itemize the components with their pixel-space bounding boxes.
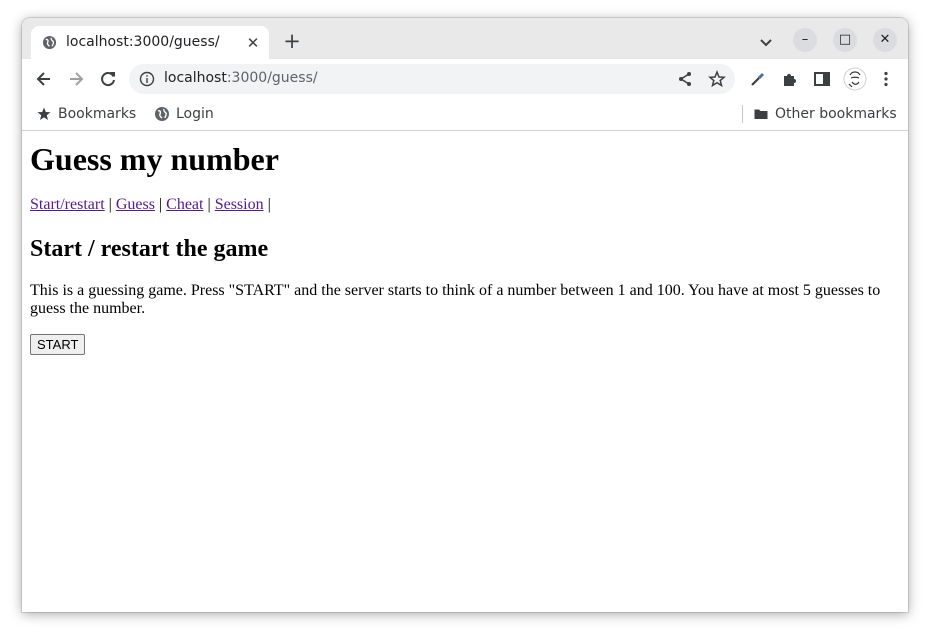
nav-separator: | <box>154 196 167 213</box>
browser-toolbar: localhost:3000/guess/ <box>22 59 908 99</box>
page-title: Guess my number <box>30 141 279 177</box>
bookmarks-separator <box>742 105 743 123</box>
section-title: Start / restart the game <box>30 236 269 262</box>
bookmarks-bar: Bookmarks Login Other bookmarks <box>22 99 908 131</box>
nav-links: Start/restart | Guess | Cheat | Session … <box>30 196 271 214</box>
tab-search-chevron-icon[interactable] <box>756 32 776 52</box>
forward-arrow-icon[interactable] <box>66 69 86 89</box>
browser-window: localhost:3000/guess/ ✕ + – □ ✕ localhos… <box>22 18 908 612</box>
tab-strip: localhost:3000/guess/ ✕ + – □ ✕ <box>22 18 908 59</box>
bookmark-login-label: Login <box>176 106 214 122</box>
site-info-icon[interactable] <box>139 71 155 87</box>
globe-icon <box>42 35 57 50</box>
bookmark-bookmarks[interactable]: Bookmarks <box>36 104 136 124</box>
address-url: localhost:3000/guess/ <box>164 70 318 86</box>
menu-kebab-icon[interactable] <box>876 69 896 89</box>
new-tab-button[interactable]: + <box>281 31 303 53</box>
bookmark-other-label: Other bookmarks <box>775 106 897 122</box>
tab-close-icon[interactable]: ✕ <box>245 35 261 51</box>
bookmark-bookmarks-label: Bookmarks <box>58 106 137 122</box>
bookmark-star-icon[interactable] <box>707 69 727 89</box>
tab-title: localhost:3000/guess/ <box>66 34 220 50</box>
eyedropper-icon[interactable] <box>748 69 768 89</box>
url-host: localhost <box>164 70 227 86</box>
tab-active[interactable]: localhost:3000/guess/ ✕ <box>31 26 269 59</box>
game-description: This is a guessing game. Press "START" a… <box>30 282 881 317</box>
bookmark-other[interactable]: Other bookmarks <box>753 104 897 124</box>
side-panel-icon[interactable] <box>812 69 832 89</box>
start-button[interactable]: START <box>30 334 86 355</box>
nav-separator: | <box>203 196 215 213</box>
profile-avatar[interactable] <box>843 67 867 91</box>
reload-icon[interactable] <box>98 69 118 89</box>
nav-link-guess[interactable]: Guess <box>116 196 155 213</box>
url-path: :3000/guess/ <box>226 70 318 86</box>
nav-link-cheat[interactable]: Cheat <box>166 196 203 213</box>
nav-separator: | <box>104 196 116 213</box>
close-window-button[interactable]: ✕ <box>873 28 897 52</box>
folder-icon <box>754 109 768 119</box>
address-bar[interactable]: localhost:3000/guess/ <box>129 64 735 94</box>
star-icon <box>37 107 51 120</box>
extensions-puzzle-icon[interactable] <box>780 69 800 89</box>
bookmark-login[interactable]: Login <box>154 104 214 124</box>
back-arrow-icon[interactable] <box>34 69 54 89</box>
nav-link-session[interactable]: Session <box>215 196 264 213</box>
maximize-button[interactable]: □ <box>833 28 857 52</box>
nav-link-start-restart[interactable]: Start/restart <box>30 196 105 213</box>
page-content: Guess my number Start/restart | Guess | … <box>22 131 908 612</box>
minimize-button[interactable]: – <box>793 28 817 52</box>
nav-separator: | <box>263 196 271 213</box>
share-icon[interactable] <box>675 69 695 89</box>
globe-icon <box>155 107 169 121</box>
